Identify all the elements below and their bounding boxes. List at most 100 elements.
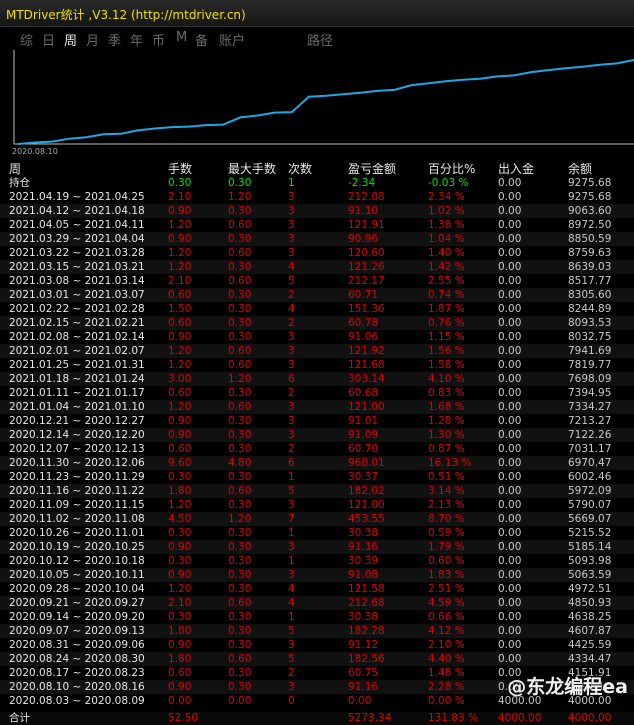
table-row[interactable]: 2020.11.09 ~ 2020.11.15 1.20 0.30 3 121.00 2.… xyxy=(0,498,634,512)
table-row[interactable]: 2021.03.29 ~ 2021.04.04 0.90 0.30 3 90.96 1.0… xyxy=(0,232,634,246)
cell-lots: 1.80 xyxy=(168,653,192,665)
tab-6[interactable]: 币 xyxy=(152,30,165,49)
cell-max-lots: 0.30 xyxy=(228,331,252,343)
table-row[interactable]: 2021.01.18 ~ 2021.01.24 3.00 1.20 6 303.14 4.… xyxy=(0,372,634,386)
cell-max-lots: 0.30 xyxy=(228,261,252,273)
cell-balance: 7698.09 xyxy=(568,373,612,385)
watermark: @东龙编程ea xyxy=(507,676,628,698)
table-row[interactable]: 2021.02.22 ~ 2021.02.28 1.50 0.30 4 151.36 1.… xyxy=(0,302,634,316)
cell-count: 4 xyxy=(288,597,295,609)
table-row[interactable]: 2021.02.15 ~ 2021.02.21 0.60 0.30 2 60.78 0.7… xyxy=(0,316,634,330)
cell-percent: 2.34 % xyxy=(428,191,465,203)
cell-pnl: 121.68 xyxy=(348,359,385,371)
equity-point xyxy=(239,116,242,119)
cell-balance: 8305.60 xyxy=(568,289,612,301)
cell-count: 5 xyxy=(288,275,295,287)
cell-balance: 5669.07 xyxy=(568,513,612,525)
cell-lots: 1.20 xyxy=(168,219,192,231)
cell-percent: 0.66 % xyxy=(428,611,465,623)
table-row[interactable]: 2021.02.08 ~ 2021.02.14 0.90 0.30 3 91.06 1.1… xyxy=(0,330,634,344)
table-row[interactable]: 2020.12.07 ~ 2020.12.13 0.60 0.30 2 60.70 0.8… xyxy=(0,442,634,456)
tab-9[interactable]: 账户 xyxy=(219,30,245,49)
total-inout: 4000.00 xyxy=(498,712,542,724)
cell-count: 3 xyxy=(288,331,295,343)
cell-balance: 4334.47 xyxy=(568,653,612,665)
table-row[interactable]: 2020.10.19 ~ 2020.10.25 0.90 0.30 3 91.16 1.7… xyxy=(0,540,634,554)
equity-point xyxy=(102,133,105,136)
cell-count: 3 xyxy=(288,639,295,651)
cell-percent: 2.10 % xyxy=(428,639,465,651)
table-row[interactable]: 2020.11.30 ~ 2020.12.06 9.60 4.80 6 968.01 16… xyxy=(0,456,634,470)
cell-lots: 1.20 xyxy=(168,345,192,357)
table-row[interactable]: 2020.11.02 ~ 2020.11.08 4.50 1.20 7 453.55 8.… xyxy=(0,512,634,526)
table-row[interactable]: 2020.09.21 ~ 2020.09.27 2.10 0.60 4 212.68 4.… xyxy=(0,596,634,610)
cell-pnl: 212.08 xyxy=(348,191,385,203)
cell-lots: 0.90 xyxy=(168,331,192,343)
tab-2[interactable]: 周 xyxy=(64,30,77,49)
tab-8[interactable]: 备 xyxy=(195,30,208,49)
cell-week: 2021.01.11 ~ 2021.01.17 xyxy=(9,387,145,399)
cell-lots: 1.80 xyxy=(168,625,192,637)
tab-10[interactable]: 路径 xyxy=(307,30,333,49)
cell-inout: 0.00 xyxy=(498,541,522,553)
table-row[interactable]: 2020.09.28 ~ 2020.10.04 1.20 0.30 4 121.58 2.… xyxy=(0,582,634,596)
table-row[interactable]: 2020.09.07 ~ 2020.09.13 1.80 0.30 5 182.28 4.… xyxy=(0,624,634,638)
tab-0[interactable]: 综 xyxy=(20,30,33,49)
table-row[interactable]: 2020.08.24 ~ 2020.08.30 1.80 0.60 5 182.56 4.… xyxy=(0,652,634,666)
table-row[interactable]: 2021.02.01 ~ 2021.02.07 1.20 0.60 3 121.92 1.… xyxy=(0,344,634,358)
cell-count: 1 xyxy=(288,471,295,483)
table-row[interactable]: 2021.04.12 ~ 2021.04.18 0.90 0.30 3 91.10 1.0… xyxy=(0,204,634,218)
table-row[interactable]: 2020.11.16 ~ 2020.11.22 1.80 0.60 5 182.02 3.… xyxy=(0,484,634,498)
table-row[interactable]: 2021.04.05 ~ 2021.04.11 1.20 0.60 3 121.91 1.… xyxy=(0,218,634,232)
table-row[interactable]: 2020.12.14 ~ 2020.12.20 0.90 0.30 3 91.09 1.3… xyxy=(0,428,634,442)
table-row[interactable]: 2020.10.05 ~ 2020.10.11 0.90 0.30 3 91.08 1.8… xyxy=(0,568,634,582)
table-row[interactable]: 2021.01.25 ~ 2021.01.31 1.20 0.60 3 121.68 1.… xyxy=(0,358,634,372)
tab-5[interactable]: 年 xyxy=(130,30,143,49)
table-row[interactable]: 2021.01.04 ~ 2021.01.10 1.20 0.60 3 121.00 1.… xyxy=(0,400,634,414)
cell-percent: 1.28 % xyxy=(428,415,465,427)
cell-count: 0 xyxy=(288,695,295,707)
cell-count: 3 xyxy=(288,191,295,203)
cell-percent: 0.74 % xyxy=(428,289,465,301)
tab-3[interactable]: 月 xyxy=(86,30,99,49)
table-row[interactable]: 2020.11.23 ~ 2020.11.29 0.30 0.30 1 30.37 0.5… xyxy=(0,470,634,484)
cell-count: 3 xyxy=(288,359,295,371)
cell-inout: 0.00 xyxy=(498,233,522,245)
cell-max-lots: 0.30 xyxy=(228,611,252,623)
open-position-row[interactable]: 持仓 0.30 0.30 1 -2.34 -0.03 % 0.00 9275.6… xyxy=(0,176,634,190)
table-row[interactable]: 2021.03.01 ~ 2021.03.07 0.60 0.30 2 60.71 0.7… xyxy=(0,288,634,302)
cell-lots: 1.20 xyxy=(168,499,192,511)
cell-pnl: 182.02 xyxy=(348,485,385,497)
cell-pnl: 121.00 xyxy=(348,499,385,511)
cell-lots: 1.50 xyxy=(168,303,192,315)
table-row[interactable]: 2020.10.12 ~ 2020.10.18 0.30 0.30 1 30.39 0.6… xyxy=(0,554,634,568)
equity-point xyxy=(137,129,139,132)
tab-1[interactable]: 日 xyxy=(42,30,55,49)
cell-max-lots: 0.30 xyxy=(228,317,252,329)
cell-lots: 0.30 xyxy=(168,471,192,483)
cell-pnl: 30.37 xyxy=(348,471,379,483)
cell-percent: 1.30 % xyxy=(428,429,465,441)
tab-4[interactable]: 季 xyxy=(108,30,121,49)
cell-inout: 0.00 xyxy=(498,205,522,217)
table-row[interactable]: 2020.12.21 ~ 2020.12.27 0.90 0.30 3 91.01 1.2… xyxy=(0,414,634,428)
cell-percent: 0.51 % xyxy=(428,471,465,483)
cell-percent: 0.59 % xyxy=(428,527,465,539)
cell-max-lots: 0.60 xyxy=(228,359,252,371)
cell-pnl: 121.91 xyxy=(348,219,385,231)
cell-balance: 4850.93 xyxy=(568,597,612,609)
cell-pnl: 91.01 xyxy=(348,415,379,427)
tab-7[interactable]: M xyxy=(176,30,187,45)
table-row[interactable]: 2021.04.19 ~ 2021.04.25 2.10 1.20 3 212.08 2.… xyxy=(0,190,634,204)
table-row[interactable]: 2021.03.22 ~ 2021.03.28 1.20 0.60 3 120.60 1.… xyxy=(0,246,634,260)
cell-inout: 0.00 xyxy=(498,331,522,343)
table-row[interactable]: 2021.03.15 ~ 2021.03.21 1.20 0.30 4 121.26 1.… xyxy=(0,260,634,274)
table-row[interactable]: 2020.10.26 ~ 2020.11.01 0.30 0.30 1 30.38 0.5… xyxy=(0,526,634,540)
table-header: 周 手数 最大手数 次数 盈亏金额 百分比% 出入金 余额 xyxy=(0,162,634,176)
table-row[interactable]: 2021.01.11 ~ 2021.01.17 0.60 0.30 2 60.68 0.8… xyxy=(0,386,634,400)
table-row[interactable]: 2020.09.14 ~ 2020.09.20 0.30 0.30 1 30.38 0.6… xyxy=(0,610,634,624)
position-inout: 0.00 xyxy=(498,177,522,189)
table-row[interactable]: 2021.03.08 ~ 2021.03.14 2.10 0.60 5 212.17 2.… xyxy=(0,274,634,288)
table-row[interactable]: 2020.08.31 ~ 2020.09.06 0.90 0.30 3 91.12 2.1… xyxy=(0,638,634,652)
cell-pnl: 121.92 xyxy=(348,345,385,357)
